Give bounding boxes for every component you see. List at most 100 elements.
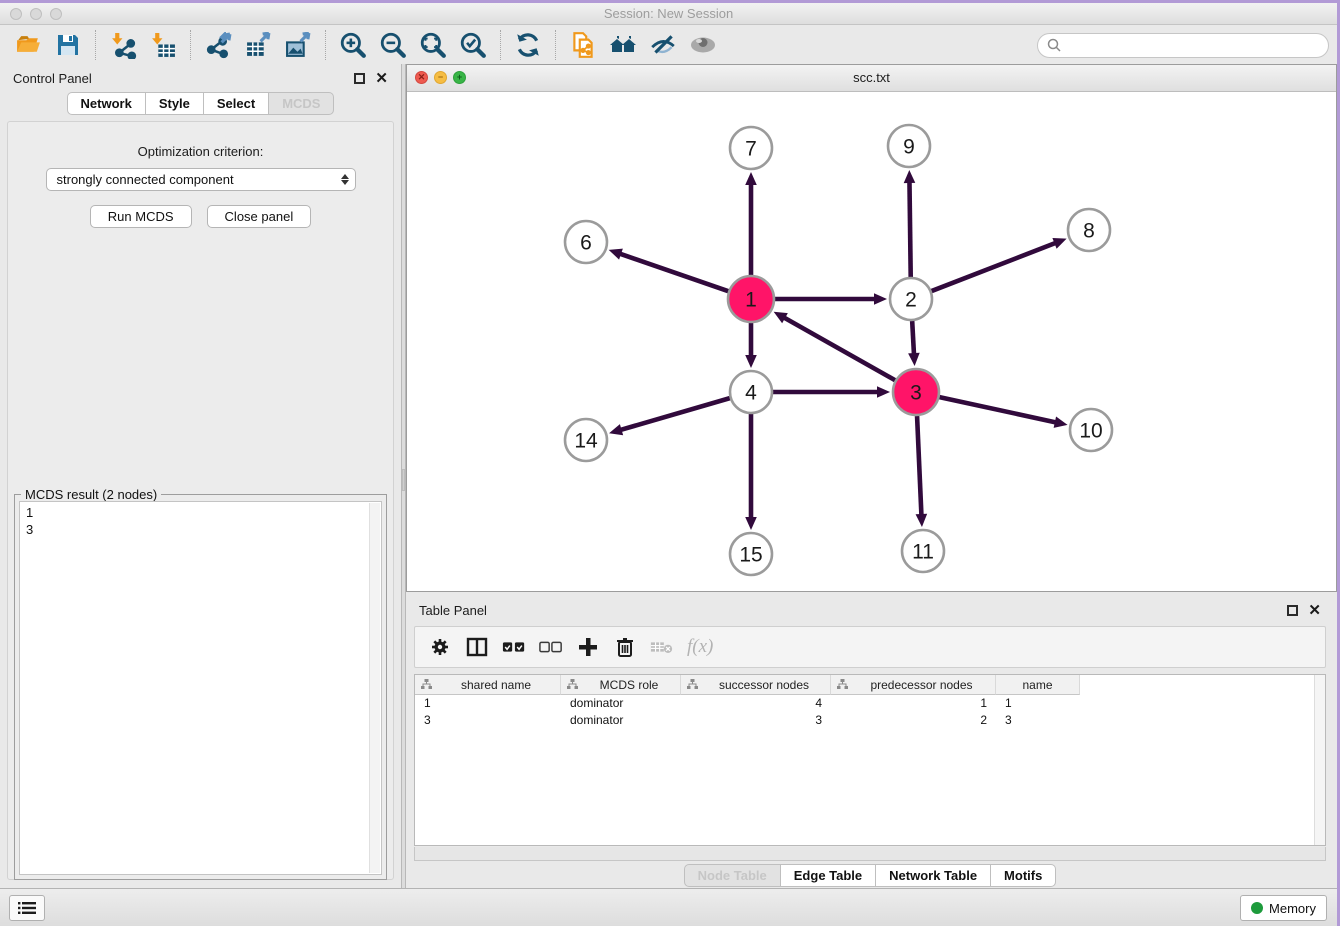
zoom-window-button[interactable] bbox=[50, 8, 62, 20]
graph-node-label: 8 bbox=[1083, 220, 1095, 243]
mcds-result-group: MCDS result (2 nodes) 1 3 bbox=[14, 494, 387, 880]
run-mcds-button[interactable]: Run MCDS bbox=[90, 205, 192, 228]
import-table-icon[interactable] bbox=[143, 27, 183, 63]
show-details-icon[interactable] bbox=[683, 27, 723, 63]
graph-edge[interactable] bbox=[912, 321, 914, 355]
column-type-icon bbox=[837, 679, 848, 690]
select-stepper-icon bbox=[341, 174, 349, 185]
task-history-button[interactable] bbox=[9, 895, 45, 921]
column-header-shared-name[interactable]: shared name bbox=[415, 675, 561, 695]
network-maximize-button[interactable]: + bbox=[453, 71, 466, 84]
app-window: Session: New Session bbox=[0, 3, 1337, 926]
optimization-criterion-label: Optimization criterion: bbox=[8, 144, 393, 159]
close-panel-button[interactable]: Close panel bbox=[207, 205, 312, 228]
copy-network-view-icon[interactable] bbox=[563, 27, 603, 63]
toolbar-separator bbox=[500, 30, 501, 60]
close-panel-icon[interactable]: ✕ bbox=[375, 73, 388, 84]
edge-arrowhead bbox=[1052, 238, 1066, 249]
graph-node-label: 1 bbox=[745, 289, 757, 312]
delete-table-icon bbox=[650, 635, 674, 659]
control-panel: Control Panel ✕ Network Style Select MCD… bbox=[0, 64, 401, 888]
main-toolbar bbox=[0, 25, 1337, 66]
edge-arrowhead bbox=[904, 170, 916, 183]
tab-node-table[interactable]: Node Table bbox=[684, 864, 781, 887]
column-type-icon bbox=[567, 679, 578, 690]
settings-gear-icon[interactable] bbox=[428, 635, 452, 659]
graph-edge[interactable] bbox=[939, 397, 1056, 422]
network-close-button[interactable]: ✕ bbox=[415, 71, 428, 84]
export-network-icon[interactable] bbox=[198, 27, 238, 63]
edge-arrowhead bbox=[609, 249, 623, 260]
hide-details-icon[interactable] bbox=[643, 27, 683, 63]
memory-button[interactable]: Memory bbox=[1240, 895, 1327, 921]
tab-style[interactable]: Style bbox=[146, 92, 204, 115]
result-scrollbar[interactable] bbox=[369, 503, 380, 873]
column-header-successor-nodes[interactable]: successor nodes bbox=[681, 675, 831, 695]
zoom-in-icon[interactable] bbox=[333, 27, 373, 63]
column-type-icon bbox=[687, 679, 698, 690]
graph-edge[interactable] bbox=[909, 181, 910, 277]
graph-edge[interactable] bbox=[783, 317, 895, 380]
column-header-mcds-role[interactable]: MCDS role bbox=[561, 675, 681, 695]
export-image-icon[interactable] bbox=[278, 27, 318, 63]
graph-node-label: 2 bbox=[905, 289, 917, 312]
table-row[interactable]: 1 dominator 4 1 1 bbox=[415, 695, 1325, 712]
delete-columns-icon[interactable] bbox=[613, 635, 637, 659]
zoom-selected-icon[interactable] bbox=[453, 27, 493, 63]
refresh-view-icon[interactable] bbox=[508, 27, 548, 63]
edge-arrowhead bbox=[745, 172, 757, 185]
column-header-name[interactable]: name bbox=[996, 675, 1080, 695]
tab-network-table[interactable]: Network Table bbox=[876, 864, 991, 887]
result-line: 3 bbox=[26, 521, 375, 538]
minimize-window-button[interactable] bbox=[30, 8, 42, 20]
memory-label: Memory bbox=[1269, 901, 1316, 916]
add-column-icon[interactable] bbox=[576, 635, 600, 659]
close-window-button[interactable] bbox=[10, 8, 22, 20]
float-panel-icon[interactable] bbox=[354, 73, 365, 84]
tab-network[interactable]: Network bbox=[67, 92, 146, 115]
unselect-all-rows-icon[interactable] bbox=[539, 635, 563, 659]
column-header-predecessor-nodes[interactable]: predecessor nodes bbox=[831, 675, 996, 695]
graph-edge[interactable] bbox=[619, 253, 728, 291]
window-traffic-lights[interactable] bbox=[10, 8, 62, 20]
selected-criterion: strongly connected component bbox=[57, 172, 234, 187]
tab-select[interactable]: Select bbox=[204, 92, 269, 115]
apply-function-icon: f(x) bbox=[687, 636, 713, 658]
tab-mcds[interactable]: MCDS bbox=[269, 92, 334, 115]
search-box[interactable] bbox=[1037, 33, 1329, 58]
network-window-titlebar[interactable]: ✕ − + scc.txt bbox=[407, 65, 1336, 92]
table-vertical-scrollbar[interactable] bbox=[1314, 675, 1325, 845]
graph-edge[interactable] bbox=[932, 243, 1057, 291]
graph-edge[interactable] bbox=[917, 416, 921, 516]
network-canvas[interactable]: 7968124314101511 bbox=[407, 92, 1336, 591]
optimization-criterion-select[interactable]: strongly connected component bbox=[46, 168, 356, 191]
tab-edge-table[interactable]: Edge Table bbox=[781, 864, 876, 887]
export-table-icon[interactable] bbox=[238, 27, 278, 63]
search-input[interactable] bbox=[1066, 38, 1319, 53]
window-title: Session: New Session bbox=[0, 3, 1337, 24]
network-minimize-button[interactable]: − bbox=[434, 71, 447, 84]
save-session-icon[interactable] bbox=[48, 27, 88, 63]
zoom-fit-icon[interactable] bbox=[413, 27, 453, 63]
import-network-icon[interactable] bbox=[103, 27, 143, 63]
table-row[interactable]: 3 dominator 3 2 3 bbox=[415, 712, 1325, 729]
toggle-column-pane-icon[interactable] bbox=[465, 635, 489, 659]
node-table[interactable]: shared name MCDS role successor nodes pr… bbox=[414, 674, 1326, 846]
splitter-grip[interactable] bbox=[402, 469, 405, 491]
home-icon[interactable] bbox=[603, 27, 643, 63]
edge-arrowhead bbox=[916, 514, 928, 527]
float-table-panel-icon[interactable] bbox=[1287, 605, 1298, 616]
graph-node-label: 11 bbox=[912, 541, 934, 564]
table-tabs: Node Table Edge Table Network Table Moti… bbox=[406, 864, 1334, 887]
close-table-panel-icon[interactable]: ✕ bbox=[1308, 605, 1321, 616]
select-all-rows-icon[interactable] bbox=[502, 635, 526, 659]
graph-node-label: 6 bbox=[580, 232, 592, 255]
zoom-out-icon[interactable] bbox=[373, 27, 413, 63]
tab-motifs[interactable]: Motifs bbox=[991, 864, 1056, 887]
open-file-icon[interactable] bbox=[8, 27, 48, 63]
table-horizontal-scrollbar[interactable] bbox=[414, 847, 1326, 861]
mcds-result-list[interactable]: 1 3 bbox=[19, 501, 382, 875]
graph-edge[interactable] bbox=[620, 398, 730, 430]
graph-node-label: 3 bbox=[910, 382, 922, 405]
toolbar-separator bbox=[555, 30, 556, 60]
